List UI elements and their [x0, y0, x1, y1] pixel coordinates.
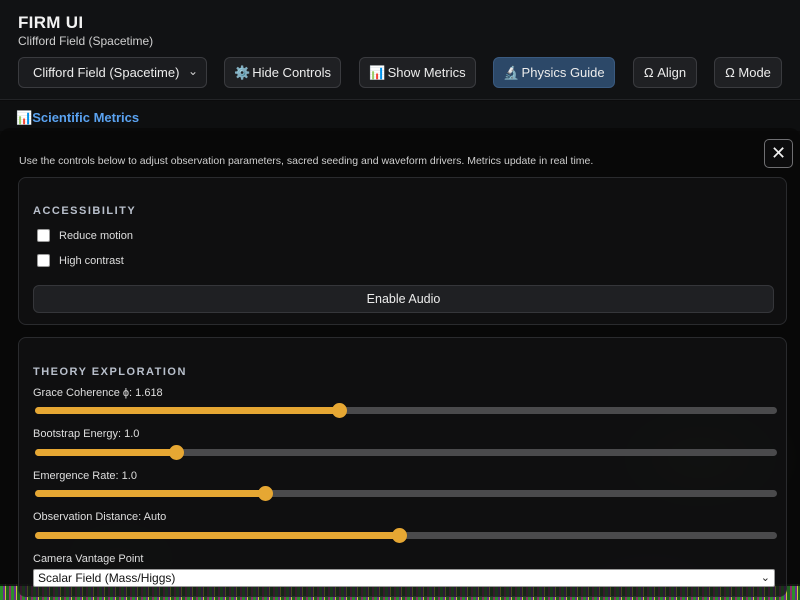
enable-audio-button[interactable]: Enable Audio: [33, 285, 774, 313]
reduce-motion-checkbox[interactable]: [37, 229, 50, 242]
show-metrics-button[interactable]: 📊 Show Metrics: [359, 57, 476, 88]
chevron-down-icon: ⌄: [187, 64, 198, 78]
high-contrast-checkbox[interactable]: [37, 254, 50, 267]
panel-intro: Use the controls below to adjust observa…: [19, 155, 594, 167]
camera-vantage-select[interactable]: Scalar Field (Mass/Higgs) ⌄: [33, 569, 775, 587]
accessibility-card: ACCESSIBILITY Reduce motion High contras…: [18, 177, 787, 325]
physics-guide-label: Physics Guide: [521, 65, 605, 80]
bar-chart-icon: 📊: [16, 110, 33, 125]
camera-vantage-label: Camera Vantage Point: [33, 553, 144, 565]
grace-coherence-label: Grace Coherence ϕ: 1.618: [33, 387, 163, 399]
metrics-title: Scientific Metrics: [32, 110, 140, 125]
slider-thumb[interactable]: [332, 403, 348, 418]
metrics-strip: 📊Scientific Metrics: [0, 101, 800, 131]
microscope-icon: 🔬: [503, 65, 520, 80]
slider-thumb[interactable]: [391, 528, 407, 543]
observation-distance-slider[interactable]: [35, 528, 777, 543]
theory-exploration-card: THEORY EXPLORATION Grace Coherence ϕ: 1.…: [18, 337, 787, 597]
app-subtitle: Clifford Field (Spacetime): [18, 34, 154, 48]
slider-fill: [35, 449, 176, 456]
field-select-value: Clifford Field (Spacetime): [33, 65, 180, 80]
bootstrap-energy-slider[interactable]: [35, 445, 777, 460]
emergence-rate-slider[interactable]: [35, 486, 777, 501]
theory-title: THEORY EXPLORATION: [33, 366, 187, 378]
physics-guide-button[interactable]: 🔬 Physics Guide: [493, 57, 615, 88]
accessibility-title: ACCESSIBILITY: [33, 205, 137, 217]
emergence-rate-label: Emergence Rate: 1.0: [33, 470, 137, 482]
chevron-down-icon: ⌄: [760, 572, 770, 584]
observation-distance-label: Observation Distance: Auto: [33, 511, 167, 523]
gear-icon: ⚙️: [234, 65, 251, 80]
slider-thumb[interactable]: [168, 445, 184, 460]
app-title: FIRM UI: [18, 13, 84, 32]
bar-chart-icon: 📊: [369, 65, 386, 80]
camera-vantage-value: Scalar Field (Mass/Higgs): [38, 571, 176, 585]
metrics-heading[interactable]: 📊Scientific Metrics: [16, 110, 139, 126]
app-header: FIRM UI Clifford Field (Spacetime) Cliff…: [0, 0, 800, 100]
slider-fill: [35, 407, 340, 414]
omega-mode-label: Ω Mode: [725, 65, 771, 80]
omega-mode-button[interactable]: Ω Mode: [714, 57, 782, 88]
omega-align-button[interactable]: Ω Align: [633, 57, 697, 88]
slider-thumb[interactable]: [258, 486, 274, 501]
bootstrap-energy-label: Bootstrap Energy: 1.0: [33, 428, 140, 440]
omega-align-label: Ω Align: [643, 65, 687, 80]
high-contrast-label: High contrast: [59, 255, 124, 267]
hide-controls-label: Hide Controls: [252, 65, 331, 80]
field-select[interactable]: Clifford Field (Spacetime) ⌄: [18, 57, 207, 88]
slider-fill: [35, 490, 266, 497]
slider-fill: [35, 532, 399, 539]
grace-coherence-slider[interactable]: [35, 403, 777, 418]
close-button[interactable]: ✕: [764, 139, 793, 168]
hide-controls-button[interactable]: ⚙️ Hide Controls: [224, 57, 341, 88]
reduce-motion-label: Reduce motion: [59, 230, 133, 242]
close-icon: ✕: [770, 143, 787, 163]
show-metrics-label: Show Metrics: [387, 65, 466, 80]
